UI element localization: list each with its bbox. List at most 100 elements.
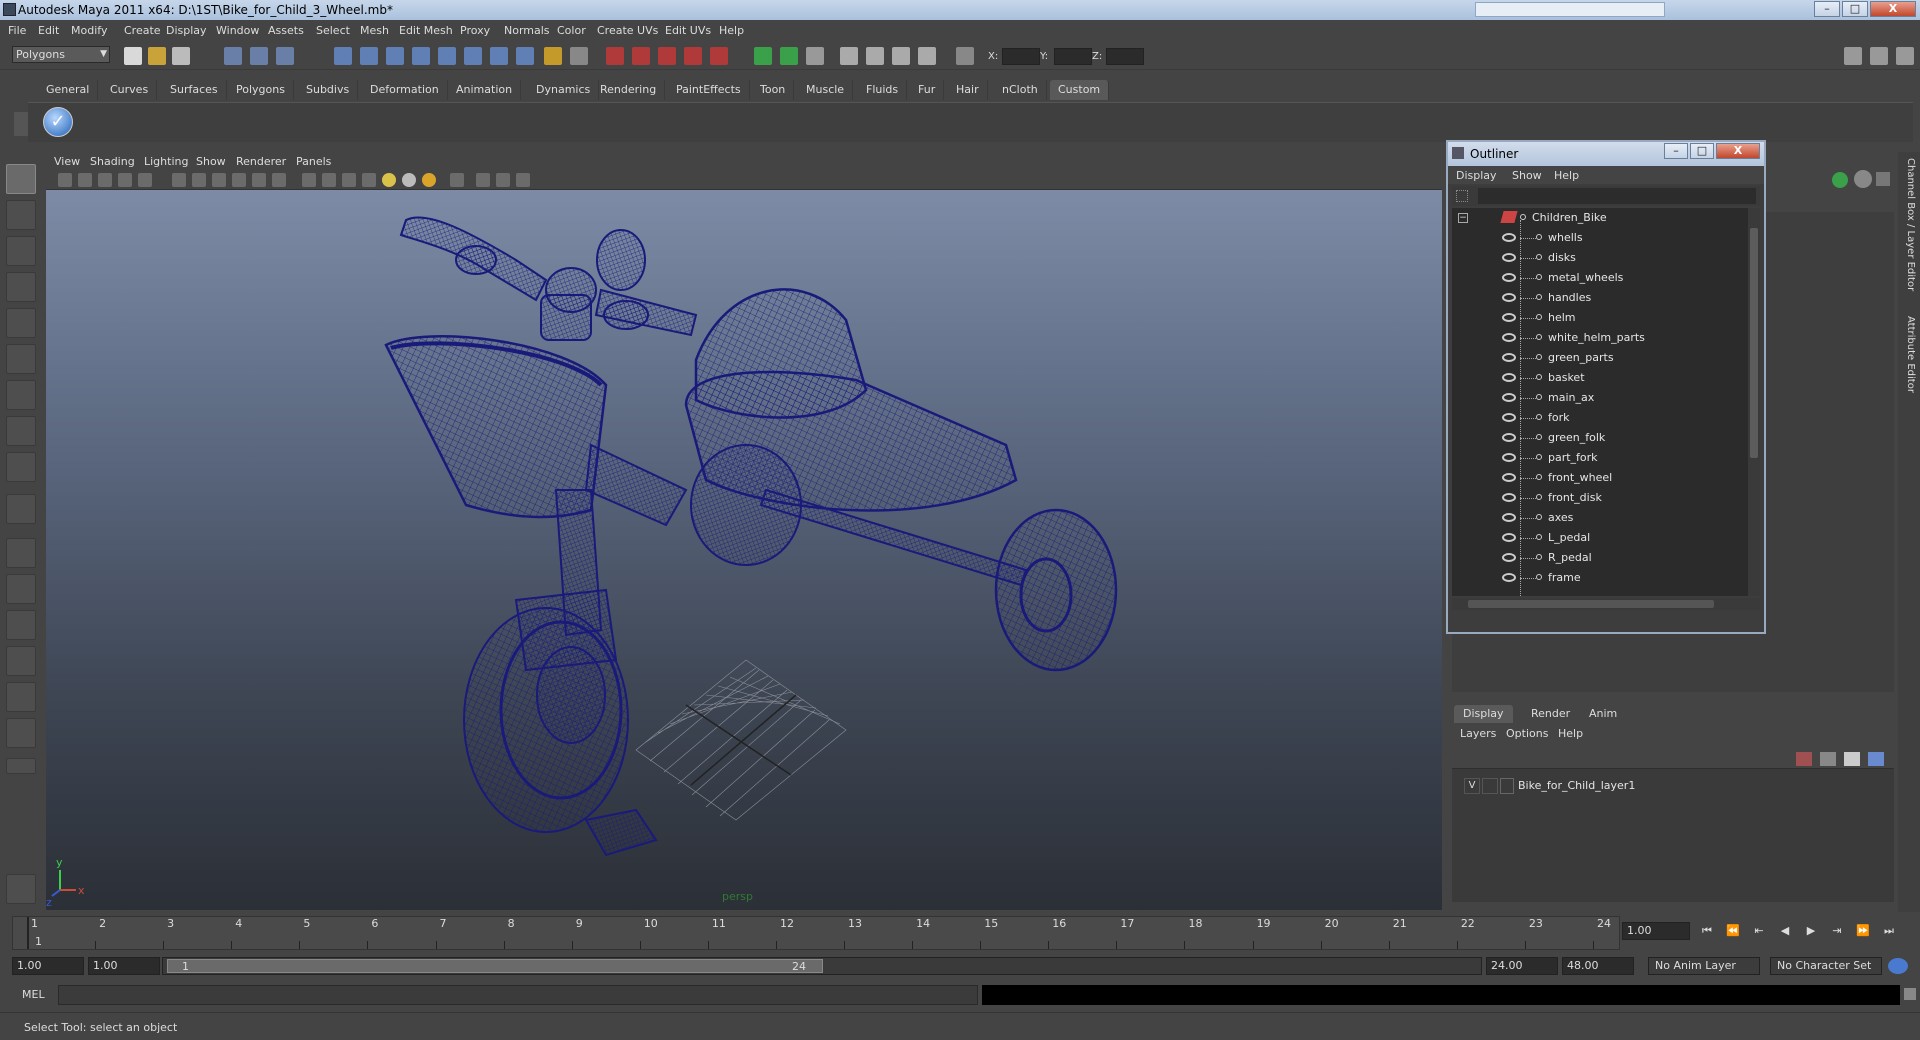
lock-icon[interactable] bbox=[544, 47, 562, 65]
scale-tool-icon[interactable] bbox=[6, 344, 36, 374]
outliner-close-button[interactable]: X bbox=[1716, 143, 1760, 159]
shelf-tab-rendering[interactable]: Rendering bbox=[592, 80, 666, 100]
start-time-field[interactable]: 1.00 bbox=[12, 957, 84, 975]
shelf-menu-icon[interactable] bbox=[14, 112, 28, 136]
camera-icon[interactable] bbox=[840, 47, 858, 65]
help-question-icon[interactable] bbox=[516, 47, 534, 65]
outliner-root-item[interactable]: − Children_Bike bbox=[1452, 208, 1748, 228]
shelf-tab-dynamics[interactable]: Dynamics bbox=[528, 80, 600, 100]
paint-select-tool-icon[interactable] bbox=[6, 236, 36, 266]
help-search-box[interactable] bbox=[1475, 2, 1665, 17]
menu-edit[interactable]: Edit bbox=[38, 24, 59, 37]
menu-select[interactable]: Select bbox=[316, 24, 350, 37]
layer-add-icon[interactable] bbox=[1868, 752, 1884, 766]
outliner-menu-show[interactable]: Show bbox=[1512, 169, 1542, 182]
menu-mesh[interactable]: Mesh bbox=[360, 24, 389, 37]
persp-graph-layout-icon[interactable] bbox=[6, 646, 36, 676]
outliner-minimize-button[interactable]: – bbox=[1664, 143, 1688, 159]
soft-mod-tool-icon[interactable] bbox=[6, 416, 36, 446]
layer-menu-options[interactable]: Options bbox=[1506, 727, 1548, 740]
safe-action-icon[interactable] bbox=[252, 173, 266, 187]
lasso-tool-icon[interactable] bbox=[6, 200, 36, 230]
new-scene-icon[interactable] bbox=[124, 47, 142, 65]
outliner-item[interactable]: L_pedal bbox=[1452, 528, 1748, 548]
layer-visibility-toggle[interactable]: V bbox=[1464, 778, 1480, 794]
tool-settings-toggle-icon[interactable] bbox=[1870, 47, 1888, 65]
viewport-menu-view[interactable]: View bbox=[54, 155, 80, 168]
minimize-button[interactable]: – bbox=[1814, 1, 1840, 17]
shelf-tab-custom[interactable]: Custom bbox=[1050, 80, 1110, 100]
shelf-tab-polygons[interactable]: Polygons bbox=[228, 80, 294, 100]
play-forward-icon[interactable]: ▶ bbox=[1804, 924, 1818, 938]
outliner-item[interactable]: front_wheel bbox=[1452, 468, 1748, 488]
menu-modify[interactable]: Modify bbox=[71, 24, 107, 37]
range-slider[interactable]: 1 24 bbox=[162, 957, 1482, 975]
attribute-editor-toggle-icon[interactable] bbox=[1844, 47, 1862, 65]
layer-color-swatch[interactable] bbox=[1500, 778, 1514, 794]
safe-title-icon[interactable] bbox=[272, 173, 286, 187]
field-chart-icon[interactable] bbox=[232, 173, 246, 187]
maya-app-icon[interactable] bbox=[3, 3, 16, 16]
viewport-menu-show[interactable]: Show bbox=[196, 155, 226, 168]
step-back-frame-icon[interactable]: ⇤ bbox=[1752, 924, 1766, 938]
menu-edit-mesh[interactable]: Edit Mesh bbox=[399, 24, 453, 37]
menu-normals[interactable]: Normals bbox=[504, 24, 550, 37]
input-ops-icon[interactable] bbox=[490, 47, 508, 65]
viewport-menu-panels[interactable]: Panels bbox=[296, 155, 331, 168]
outliner-item[interactable]: fork bbox=[1452, 408, 1748, 428]
collapse-icon[interactable]: − bbox=[1458, 213, 1468, 223]
menu-assets[interactable]: Assets bbox=[268, 24, 304, 37]
outliner-menu-display[interactable]: Display bbox=[1456, 169, 1497, 182]
menu-file[interactable]: File bbox=[8, 24, 26, 37]
viewport-menu-renderer[interactable]: Renderer bbox=[236, 155, 286, 168]
show-manipulator-icon[interactable] bbox=[6, 452, 36, 482]
anim-layer-dropdown[interactable]: No Anim Layer bbox=[1648, 957, 1760, 975]
shelf-tab-hair[interactable]: Hair bbox=[948, 80, 988, 100]
layer-tab-display[interactable]: Display bbox=[1454, 705, 1513, 723]
rotate-tool-icon[interactable] bbox=[6, 308, 36, 338]
step-forward-key-icon[interactable]: ⏩ bbox=[1856, 924, 1870, 938]
render-settings-icon[interactable] bbox=[658, 47, 676, 65]
z-field[interactable] bbox=[1106, 48, 1144, 65]
single-perspective-layout-icon[interactable] bbox=[6, 538, 36, 568]
menu-display[interactable]: Display bbox=[166, 24, 207, 37]
outliner-item[interactable]: axes bbox=[1452, 508, 1748, 528]
outliner-item[interactable]: whells bbox=[1452, 228, 1748, 248]
anim-end-field[interactable]: 24.00 bbox=[1486, 957, 1558, 975]
shelf-tab-fur[interactable]: Fur bbox=[910, 80, 945, 100]
shelf-tab-muscle[interactable]: Muscle bbox=[798, 80, 854, 100]
outliner-item[interactable]: green_parts bbox=[1452, 348, 1748, 368]
outliner-item[interactable]: disks bbox=[1452, 248, 1748, 268]
new-layer-icon[interactable] bbox=[1796, 752, 1812, 766]
high-quality-icon[interactable] bbox=[496, 173, 510, 187]
channel-box-pin-icon[interactable] bbox=[1876, 172, 1890, 186]
make-live-icon[interactable] bbox=[438, 47, 456, 65]
outliner-item[interactable]: helm bbox=[1452, 308, 1748, 328]
outliner-item[interactable]: R_pedal bbox=[1452, 548, 1748, 568]
side-tab-channel-box[interactable]: Channel Box / Layer Editor bbox=[1900, 158, 1916, 291]
time-slider[interactable]: 1 1 2 3 4 5 6 7 8 9 10 11 12 13 14 15 16 17 18 19 20 21 22 23 2… bbox=[12, 916, 1620, 950]
rename-icon[interactable] bbox=[780, 47, 798, 65]
snap-curve-icon[interactable] bbox=[360, 47, 378, 65]
outliner-titlebar[interactable]: Outliner – □ X bbox=[1448, 142, 1764, 166]
menu-edit-uvs[interactable]: Edit UVs bbox=[665, 24, 711, 37]
default-lighting-icon[interactable] bbox=[382, 173, 396, 187]
ipr-render-icon[interactable] bbox=[632, 47, 650, 65]
hypershade-persp-layout-icon[interactable] bbox=[6, 682, 36, 712]
end-time-field[interactable]: 48.00 bbox=[1562, 957, 1634, 975]
grid-toggle-icon[interactable] bbox=[138, 173, 152, 187]
play-backward-icon[interactable]: ◀ bbox=[1778, 924, 1792, 938]
layer-options-icon[interactable] bbox=[1844, 752, 1860, 766]
hotbox-icon[interactable] bbox=[6, 874, 36, 904]
auto-key-icon[interactable] bbox=[1888, 958, 1908, 974]
viewport-menu-shading[interactable]: Shading bbox=[90, 155, 135, 168]
render-view-icon[interactable] bbox=[710, 47, 728, 65]
outliner-menu-help[interactable]: Help bbox=[1554, 169, 1579, 182]
outliner-item[interactable]: metal_wheels bbox=[1452, 268, 1748, 288]
outliner-item[interactable]: front_disk bbox=[1452, 488, 1748, 508]
y-field[interactable] bbox=[1054, 48, 1092, 65]
smooth-shading-icon[interactable] bbox=[322, 173, 336, 187]
absolute-transform-icon[interactable] bbox=[956, 47, 974, 65]
input-line-icon[interactable] bbox=[754, 47, 772, 65]
persp-outliner-layout-icon[interactable] bbox=[6, 610, 36, 640]
